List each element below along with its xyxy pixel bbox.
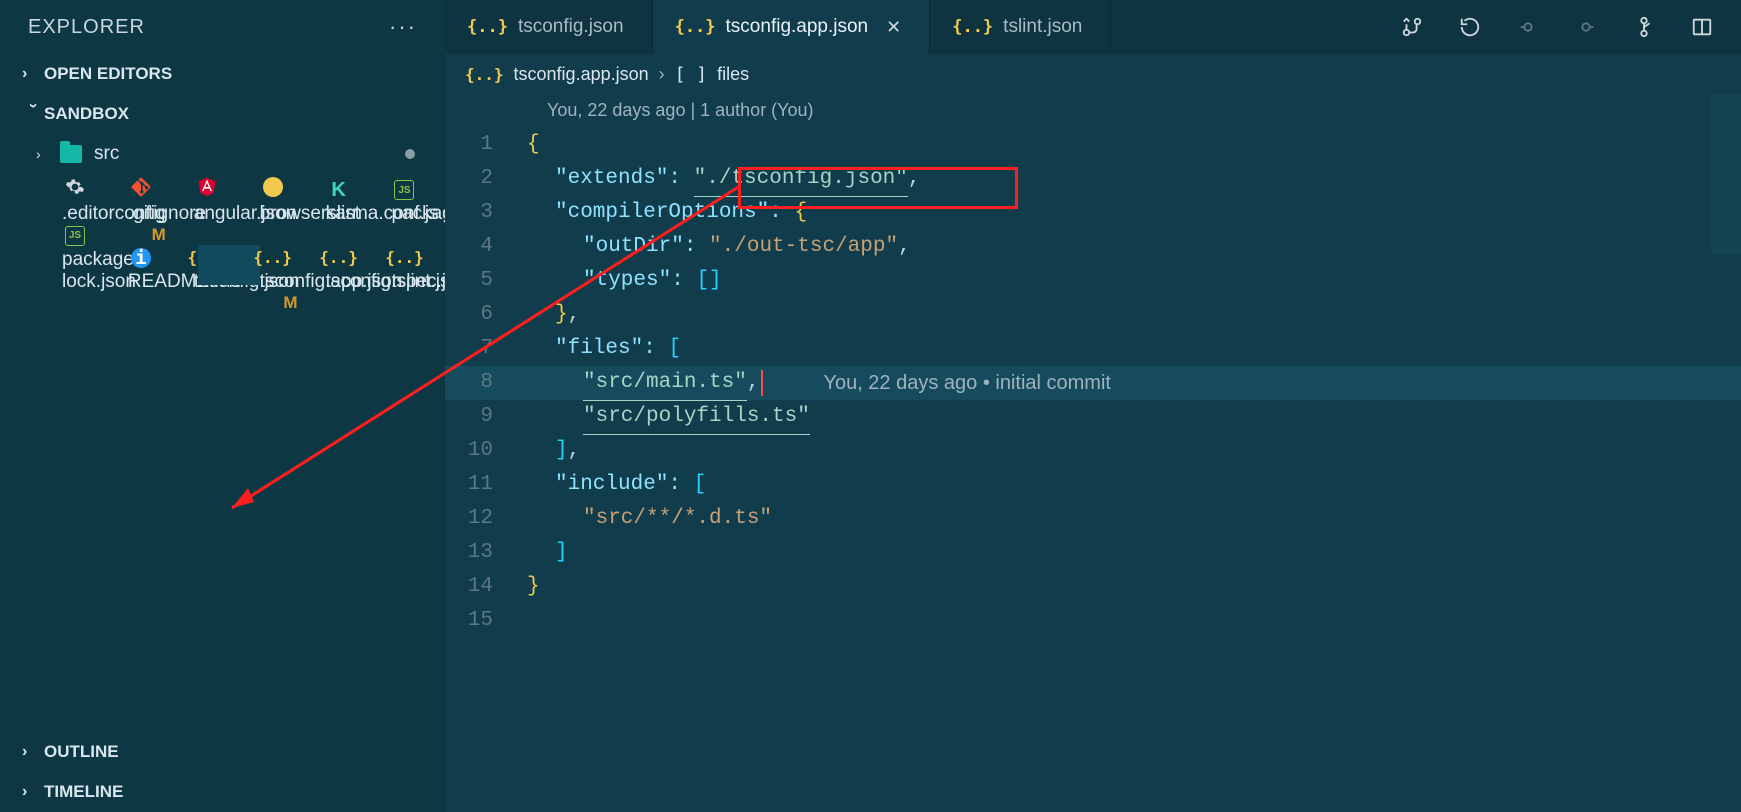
editor-tabs: {..} tsconfig.json {..} tsconfig.app.jso…: [445, 0, 1741, 54]
chevron-right-icon: ›: [22, 65, 44, 83]
json-icon: {..}: [465, 65, 504, 84]
chevron-right-icon: ›: [22, 743, 44, 761]
file-package-lock-json[interactable]: JS package-lock.json: [0, 222, 62, 262]
folder-src[interactable]: › src: [0, 134, 445, 174]
file-label: tslint.json: [391, 271, 445, 292]
file-angular-json[interactable]: angular.json M: [132, 174, 194, 214]
json-key: "types": [583, 264, 671, 298]
node-icon: JS: [391, 177, 417, 203]
line-number: 2: [445, 162, 527, 196]
text-cursor: [761, 370, 763, 396]
gitlens-blame-header: You, 22 days ago | 1 author (You): [445, 94, 1741, 126]
breadcrumb[interactable]: {..} tsconfig.app.json › [ ] files: [445, 54, 1741, 94]
minimap[interactable]: [1711, 94, 1741, 494]
line-number: 11: [445, 468, 527, 502]
close-icon[interactable]: ✕: [886, 17, 901, 38]
line-number: 9: [445, 400, 527, 434]
json-key: "compilerOptions": [555, 196, 769, 230]
revert-icon[interactable]: [1459, 16, 1481, 38]
explorer-header: EXPLORER ···: [0, 0, 445, 54]
tab-tsconfig-app-json[interactable]: {..} tsconfig.app.json ✕: [653, 0, 931, 54]
file-gitignore[interactable]: .gitignore: [66, 174, 128, 214]
section-label: TIMELINE: [44, 782, 123, 802]
json-key: "extends": [555, 162, 668, 196]
json-key: "files": [555, 332, 643, 366]
tab-label: tsconfig.json: [518, 16, 624, 38]
json-icon: {..}: [391, 245, 417, 271]
file-tsconfig-spec-json[interactable]: {..} tsconfig.spec.json M: [264, 245, 326, 285]
tab-label: tsconfig.app.json: [726, 16, 869, 38]
compare-changes-icon[interactable]: [1401, 16, 1423, 38]
json-icon: {..}: [467, 17, 508, 37]
section-outline[interactable]: › OUTLINE: [0, 732, 445, 772]
line-number: 3: [445, 196, 527, 230]
section-timeline[interactable]: › TIMELINE: [0, 772, 445, 812]
code-editor[interactable]: 1{ 2"extends": "./tsconfig.json", 3"comp…: [445, 126, 1741, 638]
file-tree: › src .editorconfig .gitignore angular.j…: [0, 134, 445, 732]
tab-label: tslint.json: [1003, 16, 1082, 38]
line-number: 12: [445, 502, 527, 536]
json-link-value[interactable]: "src/main.ts": [583, 366, 747, 401]
explorer-panel: EXPLORER ··· › OPEN EDITORS › SANDBOX › …: [0, 0, 445, 812]
line-number: 14: [445, 570, 527, 604]
json-link-value[interactable]: "src/polyfills.ts": [583, 400, 810, 435]
tab-tsconfig-json[interactable]: {..} tsconfig.json: [445, 0, 653, 54]
file-readme[interactable]: i README.md: [66, 245, 128, 285]
line-number: 13: [445, 536, 527, 570]
toggle-file-blame-icon[interactable]: [1633, 16, 1655, 38]
chevron-down-icon: ›: [24, 103, 42, 125]
next-change-icon[interactable]: [1575, 16, 1597, 38]
editor-area: {..} tsconfig.json {..} tsconfig.app.jso…: [445, 0, 1741, 812]
section-label: OPEN EDITORS: [44, 64, 172, 84]
line-number: 8: [445, 366, 527, 400]
array-icon: [ ]: [675, 64, 708, 85]
line-number: 1: [445, 128, 527, 162]
json-key: "include": [555, 468, 668, 502]
section-label: OUTLINE: [44, 742, 119, 762]
section-workspace[interactable]: › SANDBOX: [0, 94, 445, 134]
tab-tslint-json[interactable]: {..} tslint.json: [930, 0, 1111, 54]
vcs-status: M: [283, 293, 297, 313]
chevron-right-icon: ›: [36, 146, 58, 162]
folder-icon: [58, 141, 84, 167]
chevron-right-icon: ›: [22, 783, 44, 801]
json-icon: {..}: [675, 17, 716, 37]
explorer-title: EXPLORER: [28, 16, 145, 39]
prev-change-icon[interactable]: [1517, 16, 1539, 38]
folder-label: src: [94, 143, 119, 165]
editor-actions: [1389, 0, 1741, 54]
json-link-value[interactable]: "./tsconfig.json": [694, 162, 908, 197]
split-editor-icon[interactable]: [1691, 16, 1713, 38]
json-string: "./out-tsc/app": [709, 230, 898, 264]
chevron-right-icon: ›: [659, 64, 665, 85]
json-key: "outDir": [583, 230, 684, 264]
line-number: 4: [445, 230, 527, 264]
json-string: "src/**/*.d.ts": [583, 502, 772, 536]
line-number: 10: [445, 434, 527, 468]
file-tslint-json[interactable]: {..} tslint.json: [329, 245, 391, 285]
section-open-editors[interactable]: › OPEN EDITORS: [0, 54, 445, 94]
gitlens-blame-inline: You, 22 days ago • initial commit: [823, 366, 1111, 400]
file-tsconfig-json[interactable]: {..} tsconfig.json: [132, 245, 194, 285]
file-browserslist[interactable]: browserslist: [198, 174, 260, 214]
line-number: 7: [445, 332, 527, 366]
line-number: 6: [445, 298, 527, 332]
vcs-status: M: [152, 225, 166, 245]
explorer-more-icon[interactable]: ···: [389, 14, 417, 40]
file-tsconfig-app-json[interactable]: {..} tsconfig.app.json: [198, 245, 260, 285]
file-editorconfig[interactable]: .editorconfig: [0, 174, 62, 214]
file-label: package.json: [391, 203, 445, 224]
dirty-dot-icon: [405, 149, 415, 159]
crumb-file: tsconfig.app.json: [514, 64, 649, 85]
line-number: 5: [445, 264, 527, 298]
file-package-json[interactable]: JS package.json: [329, 177, 391, 217]
section-label: SANDBOX: [44, 104, 129, 124]
json-icon: {..}: [952, 17, 993, 37]
crumb-symbol: files: [717, 64, 749, 85]
line-number: 15: [445, 604, 527, 638]
file-karma-conf[interactable]: K karma.conf.js: [264, 177, 326, 217]
